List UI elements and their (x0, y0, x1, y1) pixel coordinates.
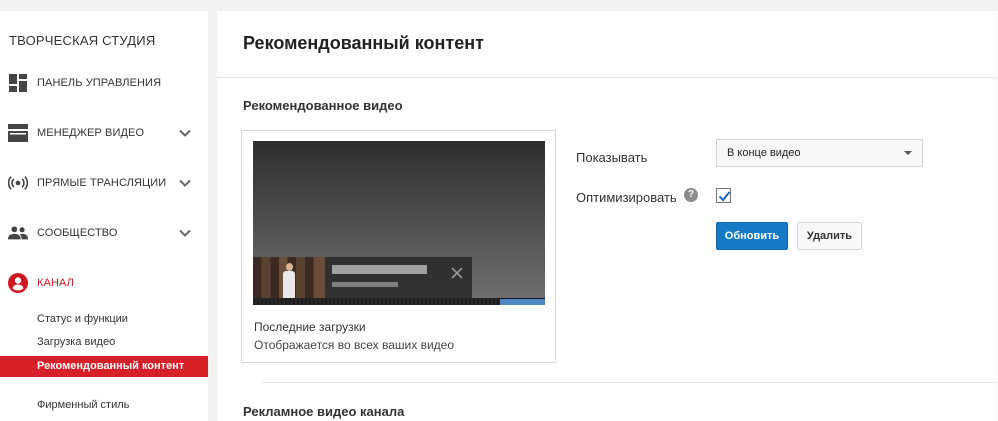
featured-video-card[interactable]: Последние загрузки Отображается во всех … (241, 130, 556, 363)
update-button[interactable]: Обновить (716, 222, 788, 250)
sidebar-subitem-status[interactable]: Статус и функции (0, 313, 208, 325)
endscreen-preview (253, 257, 472, 298)
chevron-down-icon[interactable] (178, 176, 192, 190)
endscreen-thumbnail (253, 257, 325, 298)
community-icon (8, 223, 28, 243)
sidebar-item-label: ПАНЕЛЬ УПРАВЛЕНИЯ (37, 77, 162, 89)
show-label: Показывать (576, 150, 648, 165)
placeholder-title-bar (332, 265, 427, 274)
studio-title: ТВОРЧЕСКАЯ СТУДИЯ (9, 33, 156, 48)
sidebar-item-label: ПРЯМЫЕ ТРАНСЛЯЦИИ (37, 177, 167, 189)
person-figure (283, 263, 295, 298)
chevron-down-icon[interactable] (178, 126, 192, 140)
sidebar-item-label: СООБЩЕСТВО (37, 227, 118, 239)
optimize-checkbox[interactable] (716, 188, 731, 203)
optimize-label: Оптимизировать (576, 190, 677, 205)
delete-button[interactable]: Удалить (797, 222, 862, 250)
divider (262, 382, 998, 383)
sidebar-item-channel[interactable]: КАНАЛ (0, 263, 208, 303)
checkmark-icon (718, 191, 731, 202)
page-title: Рекомендованный контент (243, 33, 484, 53)
close-icon (451, 267, 463, 279)
card-title: Последние загрузки (254, 320, 366, 334)
placeholder-subtitle-bar (332, 282, 398, 287)
video-progress-bar (253, 298, 545, 305)
dashboard-icon (8, 73, 28, 93)
channel-icon (8, 273, 28, 293)
sidebar-item-dashboard[interactable]: ПАНЕЛЬ УПРАВЛЕНИЯ (0, 63, 208, 103)
video-thumbnail-preview (253, 141, 545, 305)
sidebar-item-community[interactable]: СООБЩЕСТВО (0, 213, 208, 253)
featured-video-section-title: Рекомендованное видео (243, 98, 403, 113)
chevron-down-icon[interactable] (178, 226, 192, 240)
caret-down-icon (904, 151, 912, 155)
help-icon[interactable]: ? (684, 188, 698, 202)
sidebar-item-video-manager[interactable]: МЕНЕДЖЕР ВИДЕО (0, 113, 208, 153)
top-strip (0, 0, 998, 11)
video-manager-icon (8, 123, 28, 143)
promo-video-section-title: Рекламное видео канала (243, 404, 405, 419)
sidebar-subitem-branding[interactable]: Фирменный стиль (0, 399, 208, 411)
divider (217, 77, 998, 78)
sidebar-item-label: МЕНЕДЖЕР ВИДЕО (37, 127, 145, 139)
show-when-select[interactable]: В конце видео (716, 139, 923, 167)
select-value: В конце видео (727, 147, 801, 159)
sidebar-item-live[interactable]: ПРЯМЫЕ ТРАНСЛЯЦИИ (0, 163, 208, 203)
sidebar-item-label: КАНАЛ (37, 277, 74, 289)
sidebar-subitem-upload-defaults[interactable]: Загрузка видео (0, 336, 208, 348)
live-broadcast-icon (8, 173, 28, 193)
main-content: Рекомендованный контент Рекомендованное … (217, 11, 998, 421)
sidebar-subitem-featured-content[interactable]: Рекомендованный контент (0, 356, 208, 377)
studio-sidebar: ТВОРЧЕСКАЯ СТУДИЯ ПАНЕЛЬ УПРАВЛЕНИЯ МЕНЕ… (0, 11, 208, 421)
sidebar-divider (208, 11, 217, 421)
card-subtitle: Отображается во всех ваших видео (254, 338, 454, 352)
